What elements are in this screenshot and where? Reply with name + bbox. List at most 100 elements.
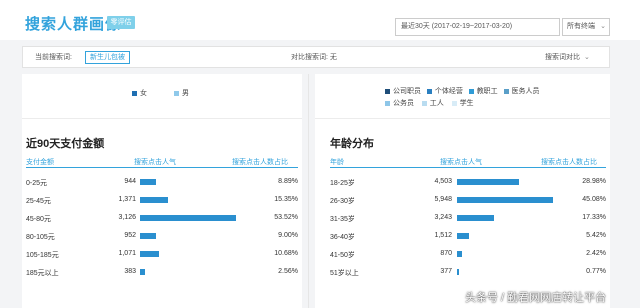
title-badge: 零评估 bbox=[107, 16, 135, 29]
row-popularity: 4,503 bbox=[434, 178, 452, 185]
row-label: 18-25岁 bbox=[330, 180, 355, 187]
legend-swatch bbox=[503, 88, 509, 94]
occupation-legend-item[interactable]: 教职工 bbox=[468, 88, 498, 95]
header-underline bbox=[330, 167, 606, 168]
panel-divider bbox=[308, 74, 309, 308]
date-range-select[interactable]: 最近30天 (2017-02-19~2017-03-20) bbox=[395, 18, 560, 36]
row-label: 36-40岁 bbox=[330, 234, 355, 241]
legend-swatch bbox=[468, 88, 474, 94]
row-popularity: 870 bbox=[440, 250, 452, 257]
row-popularity: 1,371 bbox=[118, 196, 136, 203]
row-popularity: 377 bbox=[440, 268, 452, 275]
table-row: 25-45元 1,371 15.35% bbox=[26, 194, 298, 206]
row-bar bbox=[457, 197, 553, 203]
row-popularity: 5,948 bbox=[434, 196, 452, 203]
section-divider bbox=[315, 118, 610, 119]
section-divider bbox=[22, 118, 302, 119]
compare-keyword-button-label: 搜索词对比 bbox=[545, 54, 580, 61]
table-row: 185元以上 383 2.56% bbox=[26, 266, 298, 278]
legend-label: 公司职员 bbox=[393, 88, 421, 95]
row-share: 15.35% bbox=[274, 196, 298, 203]
table-row: 18-25岁 4,503 28.98% bbox=[330, 176, 606, 188]
header-underline bbox=[26, 167, 298, 168]
legend-swatch bbox=[174, 90, 179, 96]
legend-label: 教职工 bbox=[476, 88, 498, 95]
current-keyword-label: 当前搜索词: bbox=[35, 54, 72, 61]
row-popularity: 3,243 bbox=[434, 214, 452, 221]
row-label: 45-80元 bbox=[26, 216, 51, 223]
row-share: 28.98% bbox=[582, 178, 606, 185]
left-panel: 女 男 近90天支付金额 支付金额 搜索点击人气 搜索点击人数占比 0-25元 9… bbox=[22, 74, 302, 308]
row-share: 17.33% bbox=[582, 214, 606, 221]
legend-swatch bbox=[451, 100, 457, 106]
row-share: 0.77% bbox=[586, 268, 606, 275]
chevron-down-icon: ⌄ bbox=[584, 54, 590, 61]
current-keyword-field[interactable]: 新生儿包被 bbox=[85, 51, 130, 64]
row-bar bbox=[140, 215, 236, 221]
occupation-legend-row-2: 公务员 工人 学生 bbox=[385, 98, 474, 108]
row-bar bbox=[140, 179, 156, 185]
row-bar bbox=[140, 233, 157, 239]
row-bar bbox=[457, 251, 463, 257]
table-row: 105-185元 1,071 10.68% bbox=[26, 248, 298, 260]
row-label: 26-30岁 bbox=[330, 198, 355, 205]
occupation-legend-item[interactable]: 工人 bbox=[421, 100, 444, 107]
row-label: 51岁以上 bbox=[330, 270, 359, 277]
legend-label: 工人 bbox=[429, 100, 444, 107]
age-col-popularity: 搜索点击人气 bbox=[440, 159, 482, 166]
watermark-text: 头条号 / 勤君网网店转让平台 bbox=[465, 292, 607, 304]
row-bar bbox=[140, 197, 168, 203]
row-bar bbox=[140, 269, 145, 275]
legend-swatch bbox=[426, 88, 432, 94]
table-row: 0-25元 944 8.89% bbox=[26, 176, 298, 188]
row-bar bbox=[457, 233, 469, 239]
legend-swatch bbox=[385, 100, 390, 106]
page-header: 搜索人群画像 零评估 最近30天 (2017-02-19~2017-03-20)… bbox=[0, 0, 640, 40]
row-popularity: 3,126 bbox=[118, 214, 136, 221]
row-popularity: 383 bbox=[124, 268, 136, 275]
table-row: 51岁以上 377 0.77% bbox=[330, 266, 606, 278]
row-bar bbox=[457, 179, 519, 185]
gender-legend-female[interactable]: 女 bbox=[132, 88, 147, 98]
table-row: 31-35岁 3,243 17.33% bbox=[330, 212, 606, 224]
row-share: 45.08% bbox=[582, 196, 606, 203]
legend-label: 医务人员 bbox=[511, 88, 540, 95]
compare-keyword-label: 对比搜索词: 无 bbox=[291, 54, 337, 61]
table-row: 36-40岁 1,512 5.42% bbox=[330, 230, 606, 242]
table-row: 41-50岁 870 2.42% bbox=[330, 248, 606, 260]
age-section-title: 年龄分布 bbox=[330, 138, 374, 150]
legend-label: 女 bbox=[140, 90, 147, 97]
row-label: 41-50岁 bbox=[330, 252, 355, 259]
row-label: 25-45元 bbox=[26, 198, 51, 205]
age-col-share: 搜索点击人数占比 bbox=[541, 159, 597, 166]
occupation-legend-item[interactable]: 医务人员 bbox=[503, 88, 540, 95]
legend-label: 公务员 bbox=[393, 100, 414, 107]
keyword-bar: 当前搜索词: 新生儿包被 对比搜索词: 无 搜索词对比 ⌄ bbox=[22, 46, 610, 68]
row-share: 5.42% bbox=[586, 232, 606, 239]
row-bar bbox=[457, 215, 494, 221]
row-bar bbox=[140, 251, 160, 257]
row-share: 53.52% bbox=[274, 214, 298, 221]
terminal-select[interactable]: 所有终端 ⌄ bbox=[562, 18, 610, 36]
compare-keyword-button[interactable]: 搜索词对比 ⌄ bbox=[545, 52, 590, 62]
legend-label: 学生 bbox=[459, 100, 474, 107]
occupation-legend-item[interactable]: 个体经营 bbox=[426, 88, 463, 95]
right-panel: 公司职员 个体经营 教职工 医务人员 公务员 工人 学生 年龄分布 年龄 搜索点… bbox=[315, 74, 610, 308]
row-label: 31-35岁 bbox=[330, 216, 355, 223]
row-popularity: 952 bbox=[124, 232, 136, 239]
spend-col-popularity: 搜索点击人气 bbox=[134, 159, 176, 166]
row-share: 2.56% bbox=[278, 268, 298, 275]
gender-legend-male[interactable]: 男 bbox=[174, 88, 189, 98]
spend-section-title: 近90天支付金额 bbox=[26, 138, 105, 150]
terminal-select-label: 所有终端 bbox=[567, 23, 595, 30]
row-popularity: 944 bbox=[124, 178, 136, 185]
occupation-legend-item[interactable]: 学生 bbox=[451, 100, 474, 107]
table-row: 45-80元 3,126 53.52% bbox=[26, 212, 298, 224]
occupation-legend-item[interactable]: 公务员 bbox=[385, 100, 414, 107]
row-popularity: 1,071 bbox=[118, 250, 136, 257]
spend-col-share: 搜索点击人数占比 bbox=[232, 159, 288, 166]
table-row: 80-105元 952 9.00% bbox=[26, 230, 298, 242]
occupation-legend-item[interactable]: 公司职员 bbox=[385, 88, 421, 95]
row-label: 80-105元 bbox=[26, 234, 55, 241]
legend-swatch bbox=[421, 100, 427, 106]
